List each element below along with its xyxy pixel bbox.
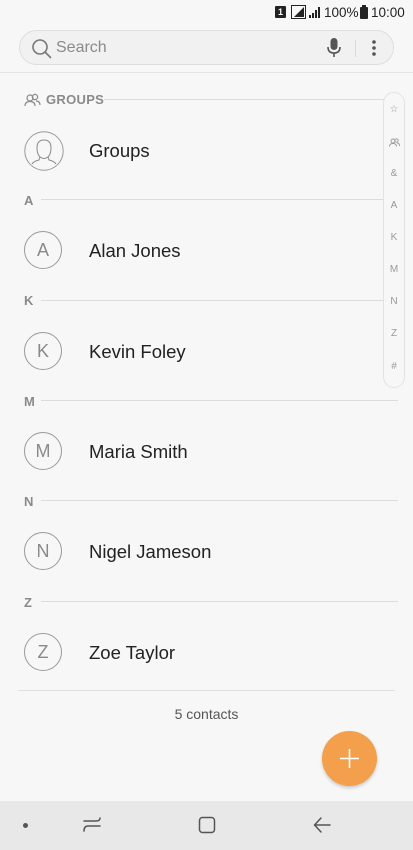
add-contact-button[interactable] bbox=[322, 731, 377, 786]
contact-row[interactable]: N Nigel Jameson bbox=[0, 512, 380, 592]
index-letter-a[interactable]: A bbox=[384, 200, 404, 211]
group-avatar-icon bbox=[24, 131, 64, 171]
clock: 10:00 bbox=[371, 5, 405, 20]
contact-name: Nigel Jameson bbox=[89, 541, 212, 562]
section-header-a: A bbox=[24, 193, 34, 208]
index-letter-k[interactable]: K bbox=[384, 232, 404, 243]
battery-icon bbox=[360, 5, 368, 19]
section-divider bbox=[41, 199, 398, 200]
battery-percent: 100% bbox=[324, 5, 359, 20]
contact-row[interactable]: Z Zoe Taylor bbox=[0, 613, 380, 693]
list-end-divider bbox=[18, 690, 395, 691]
section-header-m: M bbox=[24, 394, 35, 409]
contact-count: 5 contacts bbox=[174, 706, 239, 722]
section-header-z: Z bbox=[24, 595, 32, 610]
search-bar[interactable] bbox=[19, 30, 394, 65]
index-letter-n[interactable]: N bbox=[384, 296, 404, 307]
index-letter-m[interactable]: M bbox=[384, 264, 404, 275]
plus-icon bbox=[340, 749, 359, 768]
section-divider bbox=[41, 500, 398, 501]
wifi-signal-icon bbox=[291, 5, 306, 19]
section-divider bbox=[41, 400, 398, 401]
index-symbol[interactable]: & bbox=[384, 168, 404, 179]
groups-row[interactable]: Groups bbox=[0, 111, 380, 191]
index-groups-icon[interactable] bbox=[389, 138, 400, 147]
nav-dot-indicator[interactable] bbox=[23, 823, 28, 828]
contact-row[interactable]: M Maria Smith bbox=[0, 412, 380, 492]
contact-avatar: K bbox=[24, 332, 62, 370]
cell-signal-icon bbox=[309, 7, 320, 18]
recent-apps-icon[interactable] bbox=[82, 815, 102, 835]
contact-avatar: M bbox=[24, 432, 62, 470]
contact-name: Maria Smith bbox=[89, 441, 188, 462]
section-divider bbox=[104, 99, 396, 100]
search-divider bbox=[355, 40, 356, 57]
home-icon[interactable] bbox=[197, 815, 217, 835]
search-input[interactable] bbox=[56, 38, 316, 58]
navigation-bar bbox=[0, 801, 413, 850]
sim-indicator: 1 bbox=[275, 6, 286, 18]
contact-name: Alan Jones bbox=[89, 240, 181, 261]
contact-avatar: A bbox=[24, 231, 62, 269]
groups-section-label: GROUPS bbox=[46, 92, 105, 107]
section-header-k: K bbox=[24, 293, 34, 308]
contact-name: Kevin Foley bbox=[89, 341, 186, 362]
index-letter-z[interactable]: Z bbox=[384, 328, 404, 339]
index-favorites-star-icon[interactable]: ☆ bbox=[384, 104, 404, 115]
top-divider bbox=[0, 72, 413, 73]
status-bar: 1 100% 10:00 bbox=[0, 0, 413, 26]
index-hash[interactable]: # bbox=[384, 361, 404, 372]
back-icon[interactable] bbox=[312, 815, 332, 835]
search-icon bbox=[32, 39, 52, 59]
contact-row[interactable]: A Alan Jones bbox=[0, 211, 380, 291]
contact-row[interactable]: K Kevin Foley bbox=[0, 312, 380, 392]
section-divider bbox=[41, 300, 398, 301]
contact-avatar: Z bbox=[24, 633, 62, 671]
more-options-icon[interactable] bbox=[370, 38, 378, 58]
groups-icon bbox=[24, 93, 41, 107]
section-header-n: N bbox=[24, 494, 34, 509]
contact-name: Zoe Taylor bbox=[89, 642, 176, 663]
contact-avatar: N bbox=[24, 532, 62, 570]
microphone-icon[interactable] bbox=[326, 37, 342, 59]
groups-row-label: Groups bbox=[89, 140, 150, 161]
section-divider bbox=[41, 601, 398, 602]
index-scroller[interactable]: ☆ & A K M N Z # bbox=[383, 92, 405, 388]
